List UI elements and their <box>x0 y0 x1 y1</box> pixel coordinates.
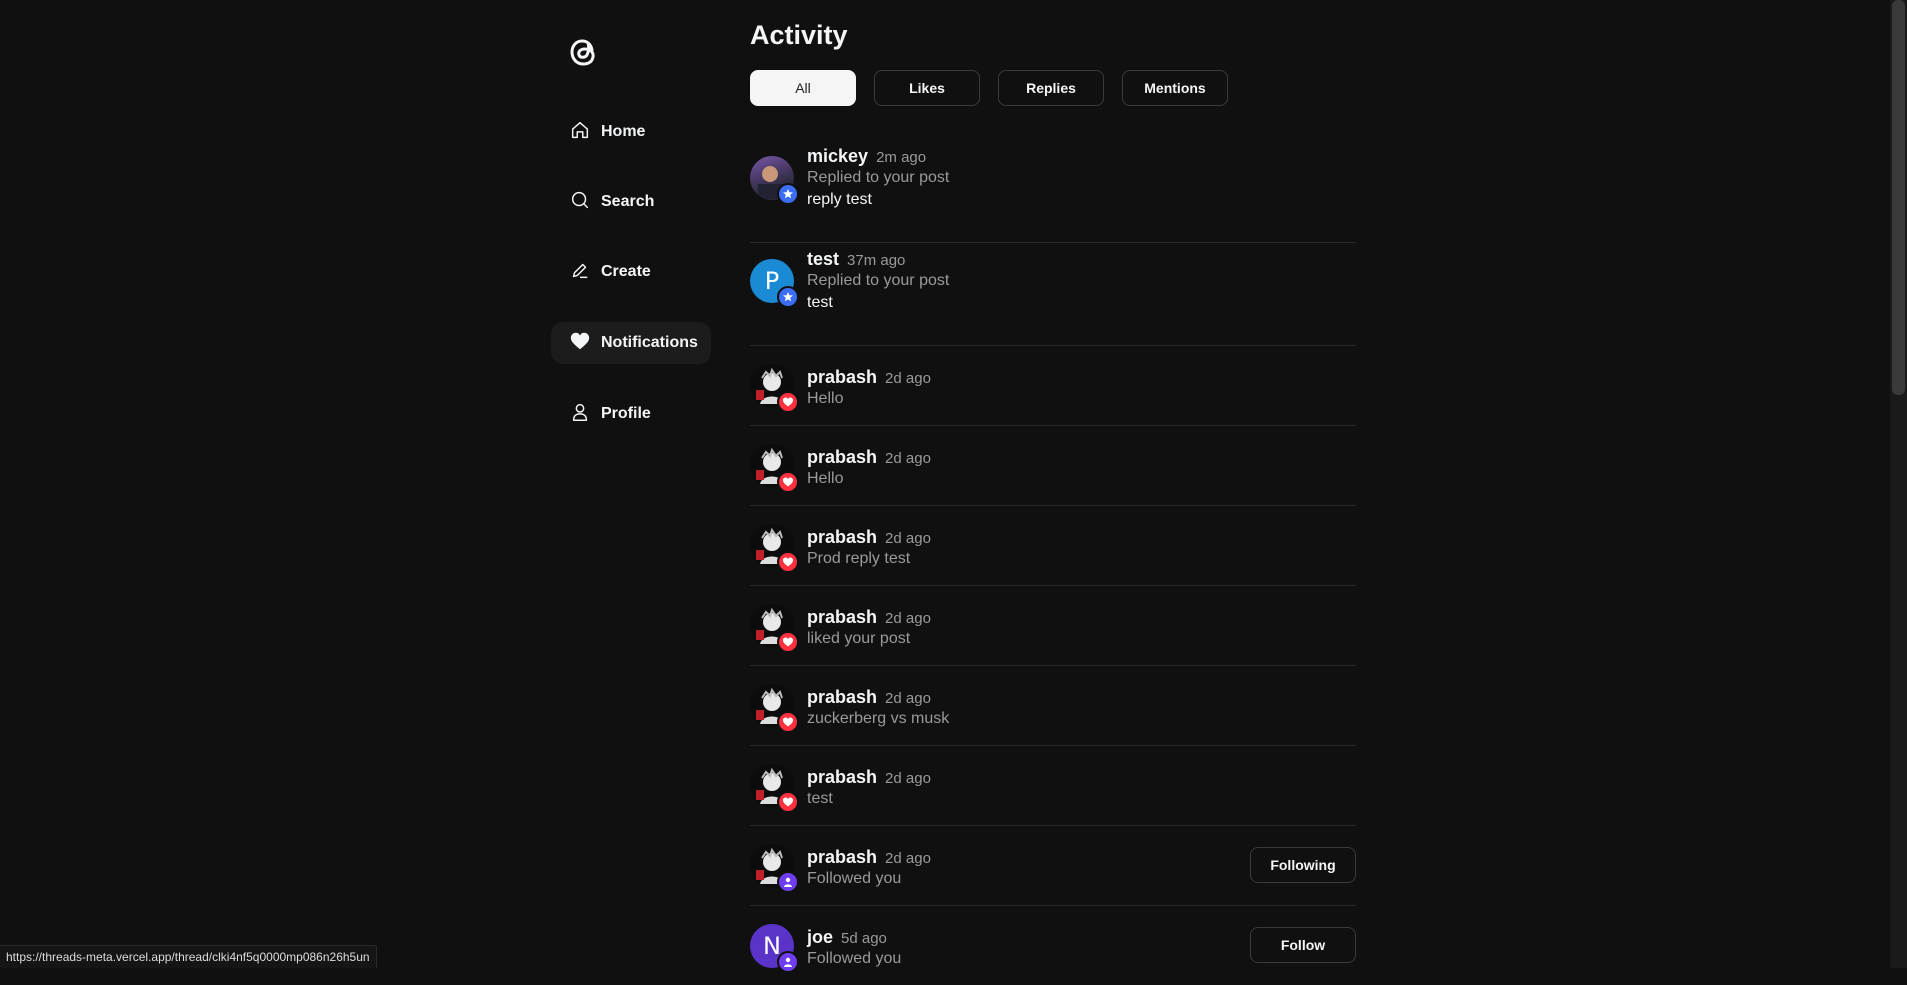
user-name[interactable]: prabash <box>807 367 877 388</box>
list-item[interactable]: prabash 2d ago liked your post <box>750 586 1356 666</box>
list-item[interactable]: prabash 2d ago Hello <box>750 346 1356 426</box>
list-item[interactable]: prabash 2d ago test <box>750 746 1356 826</box>
list-item[interactable]: prabash 2d ago zuckerberg vs musk <box>750 666 1356 746</box>
heart-icon <box>569 330 591 357</box>
home-icon <box>569 119 591 146</box>
nav-item-notifications[interactable]: Notifications <box>551 322 711 364</box>
follow-button[interactable]: Follow <box>1250 927 1356 963</box>
timestamp: 2d ago <box>885 610 931 627</box>
avatar[interactable] <box>750 684 799 733</box>
like-badge-icon <box>777 631 799 653</box>
reply-badge-icon <box>777 183 799 205</box>
timestamp: 5d ago <box>841 930 887 947</box>
avatar[interactable] <box>750 444 799 493</box>
nav-item-label: Profile <box>601 405 651 422</box>
user-name[interactable]: joe <box>807 927 833 948</box>
filter-tabs: All Likes Replies Mentions <box>750 70 1228 106</box>
user-name[interactable]: mickey <box>807 146 868 167</box>
like-badge-icon <box>777 471 799 493</box>
avatar-letter: P <box>764 267 780 295</box>
activity-description: Followed you <box>807 870 902 887</box>
avatar[interactable] <box>750 364 799 413</box>
activity-description: liked your post <box>807 630 911 647</box>
user-name[interactable]: prabash <box>807 847 877 868</box>
activity-description: Hello <box>807 390 844 407</box>
follow-badge-icon <box>777 871 799 893</box>
timestamp: 2d ago <box>885 850 931 867</box>
timestamp: 2d ago <box>885 770 931 787</box>
user-name[interactable]: prabash <box>807 447 877 468</box>
status-bar-url: https://threads-meta.vercel.app/thread/c… <box>0 945 377 968</box>
nav-item-label: Notifications <box>601 334 698 351</box>
scrollbar[interactable] <box>1890 0 1907 968</box>
activity-content: test <box>807 294 833 311</box>
list-item[interactable]: prabash 2d ago Hello <box>750 426 1356 506</box>
nav-item-search[interactable]: Search <box>551 181 711 223</box>
activity-description: Replied to your post <box>807 272 950 289</box>
nav-item-label: Create <box>601 263 651 280</box>
avatar[interactable] <box>750 764 799 813</box>
user-name[interactable]: prabash <box>807 527 877 548</box>
timestamp: 2d ago <box>885 370 931 387</box>
user-name[interactable]: prabash <box>807 607 877 628</box>
person-icon <box>569 401 591 428</box>
scrollbar-thumb[interactable] <box>1892 0 1905 395</box>
threads-logo-icon[interactable] <box>561 30 605 74</box>
pencil-icon <box>569 259 591 286</box>
follow-badge-icon <box>777 951 799 973</box>
filter-all-button[interactable]: All <box>750 70 856 106</box>
avatar[interactable] <box>750 604 799 653</box>
avatar[interactable] <box>750 524 799 573</box>
filter-likes-button[interactable]: Likes <box>874 70 980 106</box>
avatar[interactable]: P <box>750 259 799 308</box>
like-badge-icon <box>777 551 799 573</box>
user-name[interactable]: prabash <box>807 687 877 708</box>
activity-description: test <box>807 790 833 807</box>
timestamp: 2m ago <box>876 149 927 166</box>
user-name[interactable]: prabash <box>807 767 877 788</box>
filter-replies-button[interactable]: Replies <box>998 70 1104 106</box>
like-badge-icon <box>777 791 799 813</box>
like-badge-icon <box>777 391 799 413</box>
search-icon <box>569 189 591 216</box>
nav-item-label: Search <box>601 193 655 210</box>
like-badge-icon <box>777 711 799 733</box>
list-item[interactable]: prabash 2d ago Followed you Following <box>750 826 1356 906</box>
avatar[interactable]: N <box>750 924 799 973</box>
activity-description: Replied to your post <box>807 169 950 186</box>
user-name[interactable]: test <box>807 249 839 270</box>
activity-description: zuckerberg vs musk <box>807 710 950 727</box>
list-item[interactable]: N joe 5d ago Followed you Follow <box>750 906 1356 985</box>
activity-content: reply test <box>807 191 872 208</box>
avatar[interactable] <box>750 156 799 205</box>
timestamp: 2d ago <box>885 530 931 547</box>
timestamp: 37m ago <box>847 252 906 269</box>
activity-description: Hello <box>807 470 844 487</box>
activity-list: mickey 2m ago Replied to your post reply… <box>750 140 1356 985</box>
timestamp: 2d ago <box>885 690 931 707</box>
page-title: Activity <box>750 20 848 50</box>
avatar[interactable] <box>750 844 799 893</box>
activity-description: Prod reply test <box>807 550 911 567</box>
list-item[interactable]: P test 37m ago Replied to your post test <box>750 243 1356 346</box>
timestamp: 2d ago <box>885 450 931 467</box>
nav-item-label: Home <box>601 123 646 140</box>
list-item[interactable]: mickey 2m ago Replied to your post reply… <box>750 140 1356 243</box>
nav-item-profile[interactable]: Profile <box>551 393 711 435</box>
nav-item-home[interactable]: Home <box>551 111 711 153</box>
reply-badge-icon <box>777 286 799 308</box>
activity-description: Followed you <box>807 950 902 967</box>
nav-item-create[interactable]: Create <box>551 251 711 293</box>
following-button[interactable]: Following <box>1250 847 1356 883</box>
list-item[interactable]: prabash 2d ago Prod reply test <box>750 506 1356 586</box>
filter-mentions-button[interactable]: Mentions <box>1122 70 1228 106</box>
